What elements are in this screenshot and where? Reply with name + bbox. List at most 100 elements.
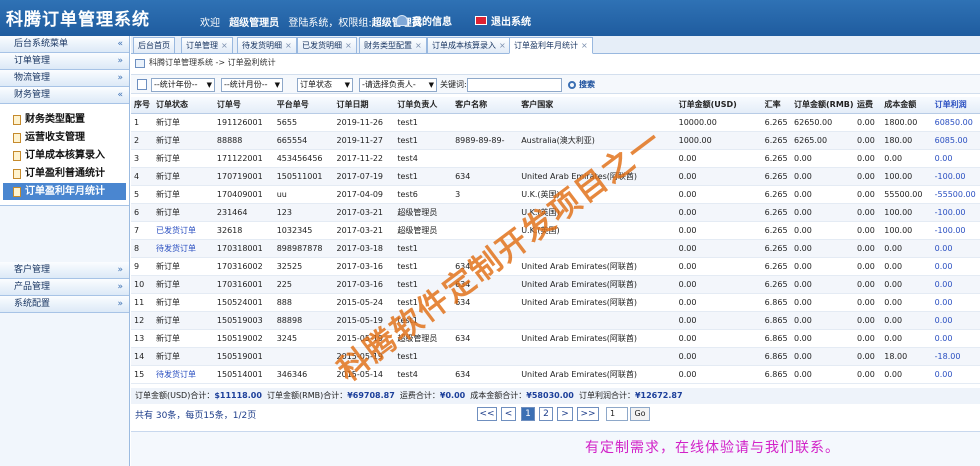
sidebar-section-products[interactable]: 产品管理» [0, 279, 129, 296]
table-row[interactable]: 3 新订单 171122001 453456456 2017-11-22 test4 0.0… [131, 149, 980, 168]
close-icon[interactable]: × [285, 41, 292, 50]
sidebar-section-finance[interactable]: 财务管理 « [0, 87, 129, 104]
year-select[interactable]: --统计年份-- ▼ [151, 78, 215, 92]
table-cell: 0.00 [931, 257, 980, 276]
sidebar-item-finance-types[interactable]: 财务类型配置 [3, 111, 126, 128]
table-cell: 2 [131, 131, 154, 150]
keyword-label: 关键词: [440, 80, 467, 89]
table-cell: 0.00 [675, 257, 762, 276]
table-row[interactable]: 1 新订单 191126001 5655 2019-11-26 test1 10000.00… [131, 113, 980, 132]
sidebar-item-profit-general[interactable]: 订单盈利普通统计 [3, 165, 126, 182]
table-cell: 634 [452, 329, 519, 348]
tab-shipped[interactable]: 已发货明细 × [297, 37, 357, 54]
tab-cost-entry[interactable]: 订单成本核算录入 × [427, 37, 511, 54]
table-cell: 6 [131, 203, 154, 222]
table-cell: 2017-07-19 [333, 167, 395, 186]
table-cell: 0.00 [791, 167, 854, 186]
last-page-button[interactable]: >> [577, 407, 599, 421]
owner-select[interactable]: -请选择负责人- ▼ [359, 78, 437, 92]
month-select[interactable]: --统计月份-- ▼ [221, 78, 283, 92]
keyword-input[interactable] [467, 78, 562, 92]
table-row[interactable]: 10 新订单 170316001 225 2017-03-16 test1 634 Unite… [131, 275, 980, 294]
table-cell [452, 113, 519, 132]
table-cell: 150519001 [213, 347, 274, 366]
sidebar-section-logistics[interactable]: 物流管理» [0, 70, 129, 87]
table-cell: -100.00 [931, 221, 980, 240]
column-header: 订单金额(RMB) [791, 97, 854, 114]
table-cell: test6 [394, 185, 453, 204]
page-1-button[interactable]: 1 [521, 407, 535, 421]
expand-icon: » [117, 56, 123, 66]
table-cell: 170316001 [213, 275, 274, 294]
column-header: 订单日期 [333, 97, 395, 114]
order-status-cell: 新订单 [153, 149, 214, 168]
sidebar-item-profit-yearly[interactable]: 订单盈利年月统计 [3, 183, 126, 200]
status-select[interactable]: 订单状态 ▼ [297, 78, 353, 92]
top-header: 科腾订单管理系统 欢迎 超级管理员 登陆系统，权限组:超级管理员 我的信息 退出… [0, 0, 980, 36]
tab-profit-yearly[interactable]: 订单盈利年月统计 × [509, 37, 593, 54]
table-body: 1 新订单 191126001 5655 2019-11-26 test1 10000.00… [131, 113, 980, 384]
next-page-button[interactable]: > [557, 407, 573, 421]
my-info-link[interactable]: 我的信息 [396, 13, 452, 28]
total-usd: $11118.00 [214, 391, 262, 400]
tab-home[interactable]: 后台首页 [133, 37, 175, 54]
search-button[interactable]: 搜索 [568, 79, 595, 90]
close-icon[interactable]: × [415, 41, 422, 50]
table-cell: -55500.00 [931, 185, 980, 204]
sidebar-section-system[interactable]: 系统配置» [0, 296, 129, 313]
close-icon[interactable]: × [221, 41, 228, 50]
total-cost: ¥58030.00 [526, 391, 574, 400]
table-cell: 180.00 [881, 131, 932, 150]
table-cell: 2017-04-09 [333, 185, 395, 204]
table-row[interactable]: 9 新订单 170316002 32525 2017-03-16 test1 634 Unit… [131, 257, 980, 276]
table-row[interactable]: 13 新订单 150519002 3245 2015-05-19 超级管理员 634 Unit… [131, 329, 980, 348]
document-icon [13, 168, 21, 179]
close-icon[interactable]: × [581, 41, 588, 50]
table-cell: 32525 [273, 257, 334, 276]
app-brand: 科腾订单管理系统 [6, 10, 150, 30]
logout-link[interactable]: 退出系统 [475, 13, 531, 28]
table-row[interactable]: 15 待发货订单 150514001 346346 2015-05-14 test4 634… [131, 365, 980, 384]
table-row[interactable]: 8 待发货订单 170318001 898987878 2017-03-18 test1 0… [131, 239, 980, 258]
table-cell: 0.00 [853, 365, 882, 384]
table-row[interactable]: 11 新订单 150524001 888 2015-05-24 test1 634 Unite… [131, 293, 980, 312]
table-cell: test1 [394, 239, 453, 258]
collapse-icon[interactable]: « [117, 36, 123, 53]
welcome-text: 欢迎 超级管理员 登陆系统，权限组:超级管理员 [200, 14, 422, 29]
table-cell: uu [273, 185, 334, 204]
table-cell: 2017-03-16 [333, 257, 395, 276]
sidebar-item-operating-income[interactable]: 运营收支管理 [3, 129, 126, 146]
go-button[interactable]: Go [630, 407, 650, 421]
table-cell: test4 [394, 149, 453, 168]
table-cell: test4 [394, 365, 453, 384]
tab-orders[interactable]: 订单管理 × [181, 37, 233, 54]
table-cell: 3 [452, 185, 519, 204]
table-row[interactable]: 12 新订单 150519003 88898 2015-05-19 test1 0.00 6.… [131, 311, 980, 330]
order-status-cell: 新订单 [153, 131, 214, 150]
table-row[interactable]: 2 新订单 88888 665554 2019-11-27 test1 8989-89-89… [131, 131, 980, 150]
order-status-cell: 待发货订单 [153, 365, 214, 384]
sidebar-section-customers[interactable]: 客户管理» [0, 262, 129, 279]
table-cell: 0.00 [853, 113, 882, 132]
prev-page-button[interactable]: < [501, 407, 516, 421]
table-cell: 0.00 [881, 365, 932, 384]
tab-finance-types[interactable]: 财务类型配置 × [359, 37, 427, 54]
table-row[interactable]: 14 新订单 150519001 2015-05-19 test1 0.00 6.865 0.… [131, 347, 980, 366]
sidebar-item-cost-entry[interactable]: 订单成本核算录入 [3, 147, 126, 164]
table-cell: 0.00 [881, 329, 932, 348]
first-page-button[interactable]: << [477, 407, 497, 421]
table-cell: 0.00 [675, 311, 762, 330]
table-cell: -100.00 [931, 203, 980, 222]
sidebar-section-menu[interactable]: 后台系统菜单 « [0, 36, 129, 53]
close-icon[interactable]: × [499, 41, 506, 50]
table-cell: 0.00 [881, 293, 932, 312]
table-cell: 62650.00 [791, 113, 854, 132]
tab-pending-shipment[interactable]: 待发货明细 × [237, 37, 297, 54]
table-cell: 6.265 [761, 239, 792, 258]
page-2-button[interactable]: 2 [539, 407, 553, 421]
close-icon[interactable]: × [345, 41, 352, 50]
table-cell: -18.00 [931, 347, 980, 366]
table-cell: 15 [131, 365, 154, 384]
page-number-input[interactable]: 1 [606, 407, 628, 421]
sidebar-section-orders[interactable]: 订单管理» [0, 53, 129, 70]
